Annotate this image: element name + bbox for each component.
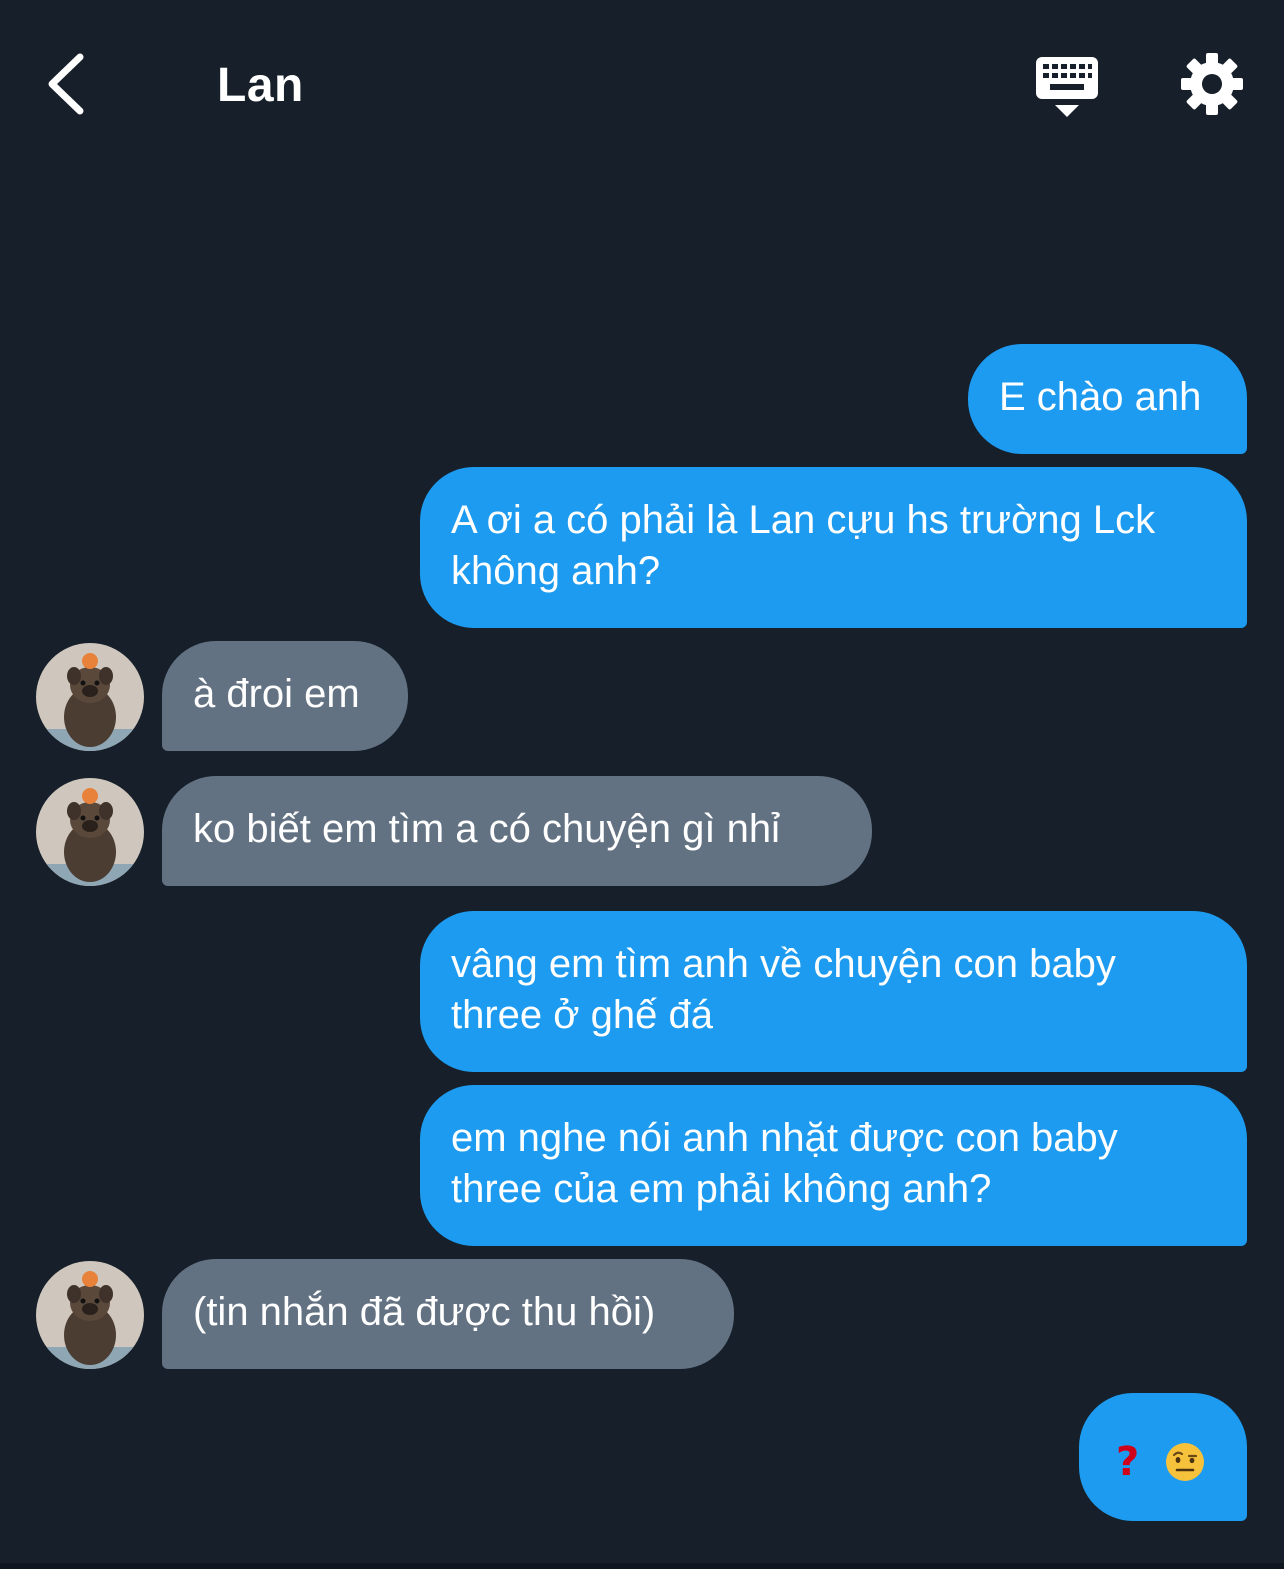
keyboard-icon xyxy=(1036,57,1098,117)
message-text: three của em phải không anh? xyxy=(451,1167,992,1211)
keyboard-button[interactable] xyxy=(1030,50,1106,122)
message-text: three ở ghế đá xyxy=(451,993,713,1037)
dog-avatar-icon xyxy=(36,1261,144,1369)
message-text: à đroi em xyxy=(193,672,360,716)
avatar[interactable] xyxy=(36,778,144,886)
message-text: không anh? xyxy=(451,549,661,593)
settings-button[interactable] xyxy=(1178,50,1246,118)
message-bubble-sent[interactable]: em nghe nói anh nhặt được con baby three… xyxy=(420,1085,1247,1246)
gear-icon xyxy=(1181,53,1243,115)
dog-avatar-icon xyxy=(36,643,144,751)
divider xyxy=(0,1563,1284,1569)
red-question-mark-icon: ? xyxy=(1116,1439,1140,1485)
message-bubble-sent[interactable]: vâng em tìm anh về chuyện con baby three… xyxy=(420,911,1247,1072)
chevron-left-icon xyxy=(48,53,84,115)
message-text: vâng em tìm anh về chuyện con baby xyxy=(451,942,1116,986)
message-bubble-received[interactable]: ko biết em tìm a có chuyện gì nhỉ xyxy=(162,776,872,886)
message-text: E chào anh xyxy=(999,375,1202,419)
message-bubble-sent[interactable]: A ơi a có phải là Lan cựu hs trường Lck … xyxy=(420,467,1247,628)
message-text: em nghe nói anh nhặt được con baby xyxy=(451,1116,1118,1160)
back-button[interactable] xyxy=(40,48,100,120)
message-text: (tin nhắn đã được thu hồi) xyxy=(193,1290,656,1334)
avatar[interactable] xyxy=(36,1261,144,1369)
message-bubble-received[interactable]: à đroi em xyxy=(162,641,408,751)
message-bubble-sent[interactable] xyxy=(1079,1393,1247,1521)
conversation-title[interactable]: Lan xyxy=(217,58,304,114)
message-text: A ơi a có phải là Lan cựu hs trường Lck xyxy=(451,498,1156,542)
dog-avatar-icon xyxy=(36,778,144,886)
message-text: ko biết em tìm a có chuyện gì nhỉ xyxy=(193,807,780,851)
message-bubble-sent[interactable]: E chào anh xyxy=(968,344,1247,454)
message-bubble-received[interactable]: (tin nhắn đã được thu hồi) xyxy=(162,1259,734,1369)
face-with-raised-eyebrow-icon xyxy=(1166,1443,1204,1481)
avatar[interactable] xyxy=(36,643,144,751)
